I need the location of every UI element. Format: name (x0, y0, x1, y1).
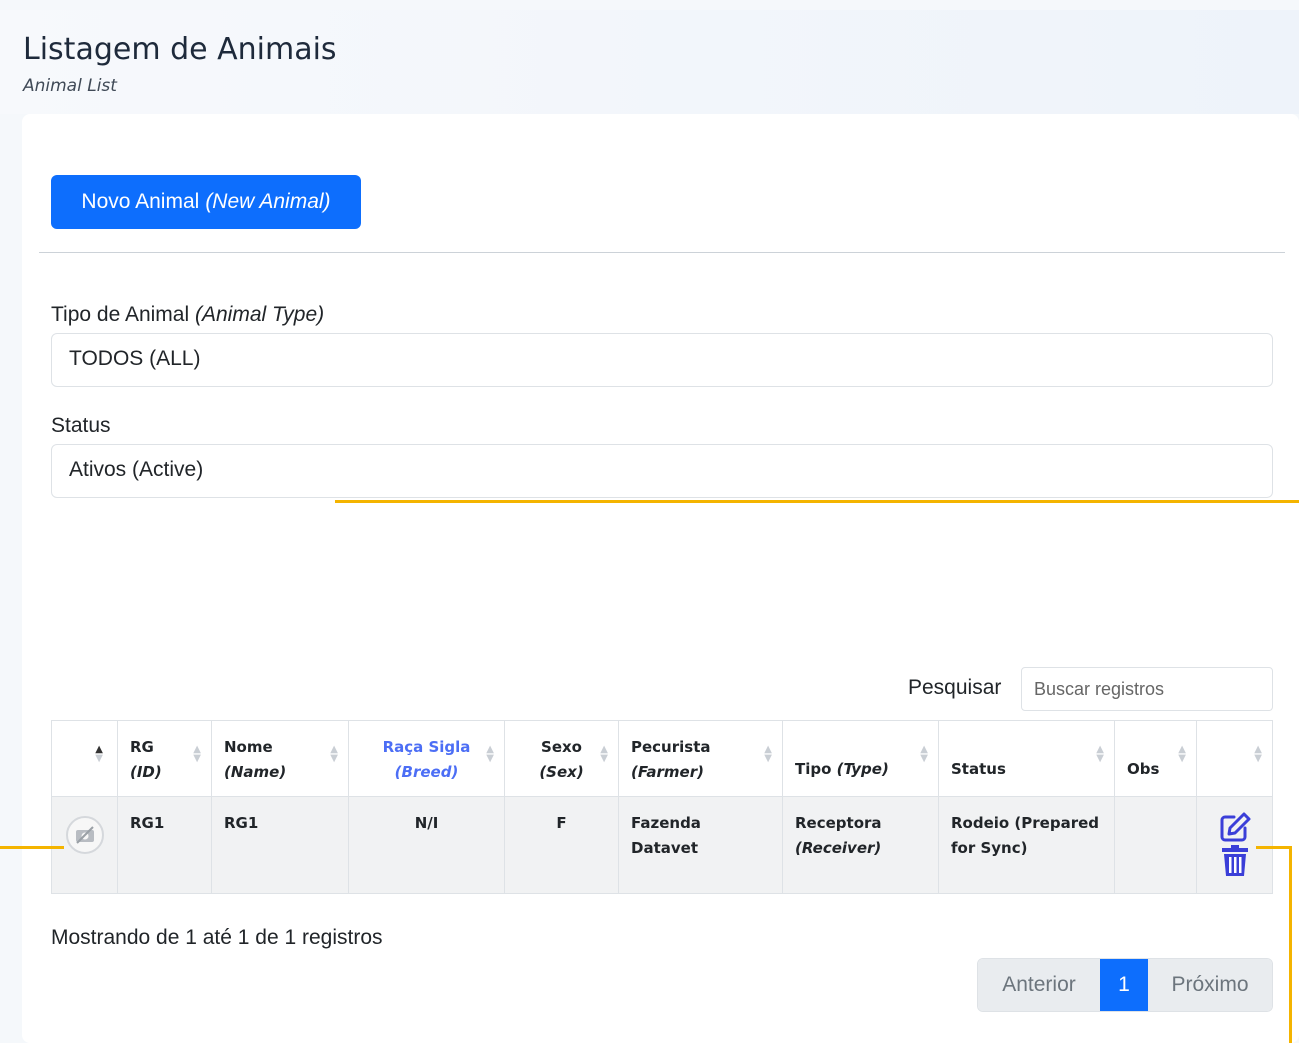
sort-icon: ▲ ▼ (1096, 744, 1104, 764)
new-animal-label: Novo Animal (81, 190, 200, 213)
col-farmer-label: Pecurista (631, 738, 711, 756)
cell-type-pt: Receptora (795, 814, 882, 832)
col-breed-label-en: (Breed) (394, 763, 459, 781)
sort-icon: ▲ ▼ (1178, 744, 1186, 764)
search-label: Pesquisar (908, 676, 1002, 699)
sort-icon: ▲ ▼ (920, 744, 928, 764)
col-rg-header[interactable]: RG (ID) ▲ ▼ (117, 720, 212, 797)
sort-icon: ▲ ▼ (600, 744, 608, 764)
col-type-label: Tipo (795, 760, 832, 778)
trash-icon[interactable] (1220, 845, 1250, 877)
col-obs-header[interactable]: Obs ▲ ▼ (1114, 720, 1197, 797)
table-row[interactable]: RG1 RG1 N/I F Fazenda Datavet Receptora … (51, 796, 1273, 894)
no-photo-icon (65, 816, 104, 854)
col-sex-label-en: (Sex) (539, 763, 584, 781)
callout-line (335, 500, 1299, 503)
sort-icon: ▲ ▼ (486, 744, 494, 764)
col-obs-label: Obs (1127, 760, 1160, 778)
animal-type-select[interactable]: TODOS (ALL) (51, 333, 1273, 387)
cell-farmer: Fazenda Datavet (618, 796, 783, 894)
col-farmer-header[interactable]: Pecurista (Farmer) ▲ ▼ (618, 720, 783, 797)
col-sex-header[interactable]: Sexo (Sex) ▲ ▼ (504, 720, 619, 797)
cell-actions (1196, 796, 1273, 894)
cell-status: Rodeio (Prepared for Sync) (938, 796, 1115, 894)
col-rg-label-en: (ID) (130, 763, 162, 781)
col-type-label-en: (Type) (836, 760, 889, 778)
status-select[interactable]: Ativos (Active) (51, 444, 1273, 498)
col-actions-header[interactable]: ▲ ▼ (1196, 720, 1273, 797)
pagination: Anterior 1 Próximo (977, 958, 1273, 1012)
animal-type-label: Tipo de Animal (Animal Type) (51, 303, 324, 327)
sort-icon: ▲ ▼ (193, 744, 201, 764)
content-card: Novo Animal (New Animal) Tipo de Animal … (22, 114, 1299, 1043)
col-farmer-label-en: (Farmer) (631, 763, 704, 781)
page-header: Listagem de Animais Animal List (0, 10, 1299, 114)
col-name-header[interactable]: Nome (Name) ▲ ▼ (211, 720, 349, 797)
pagination-prev-button[interactable]: Anterior (978, 959, 1100, 1011)
col-status-label: Status (951, 760, 1006, 778)
col-status-header[interactable]: Status ▲ ▼ (938, 720, 1115, 797)
callout-line (1289, 846, 1292, 1043)
edit-icon[interactable] (1218, 811, 1252, 845)
page: Listagem de Animais Animal List Novo Ani… (0, 0, 1299, 1043)
col-rg-label: RG (130, 738, 154, 756)
col-sex-label: Sexo (541, 738, 582, 756)
cell-name: RG1 (211, 796, 349, 894)
row-actions (1209, 811, 1260, 877)
table-header-row: ▲ ▼ RG (ID) ▲ ▼ Nome (Name) ▲ ▼ Raça Sigla (51, 720, 1273, 797)
animals-table: ▲ ▼ RG (ID) ▲ ▼ Nome (Name) ▲ ▼ Raça Sigla (51, 720, 1273, 894)
col-breed-header[interactable]: Raça Sigla (Breed) ▲ ▼ (348, 720, 505, 797)
search-input[interactable] (1021, 667, 1273, 711)
sort-icon: ▲ ▼ (1254, 744, 1262, 764)
animal-type-label-pt: Tipo de Animal (51, 303, 190, 326)
sort-icon: ▲ ▼ (764, 744, 772, 764)
col-name-label: Nome (224, 738, 273, 756)
cell-rg: RG1 (117, 796, 212, 894)
col-type-header[interactable]: Tipo (Type) ▲ ▼ (782, 720, 939, 797)
sort-asc-icon: ▲ ▼ (95, 744, 103, 764)
col-name-label-en: (Name) (224, 763, 287, 781)
divider (39, 252, 1285, 253)
new-animal-button[interactable]: Novo Animal (New Animal) (51, 175, 361, 229)
col-breed-label: Raça Sigla (382, 738, 471, 756)
pagination-page-1[interactable]: 1 (1100, 959, 1148, 1011)
animal-type-label-en: (Animal Type) (194, 303, 325, 326)
cell-type: Receptora (Receiver) (782, 796, 939, 894)
col-photo-header[interactable]: ▲ ▼ (51, 720, 118, 797)
cell-sex: F (504, 796, 619, 894)
sort-icon: ▲ ▼ (330, 744, 338, 764)
cell-type-en: (Receiver) (795, 839, 882, 857)
callout-line (1256, 846, 1292, 849)
page-subtitle: Animal List (23, 76, 117, 96)
records-info: Mostrando de 1 até 1 de 1 registros (51, 926, 383, 949)
page-title: Listagem de Animais (23, 32, 337, 67)
cell-photo (51, 796, 118, 894)
status-label: Status (51, 414, 111, 437)
callout-line (0, 846, 64, 849)
pagination-next-button[interactable]: Próximo (1148, 959, 1272, 1011)
cell-breed: N/I (348, 796, 505, 894)
new-animal-label-en: (New Animal) (205, 190, 331, 213)
cell-obs (1114, 796, 1197, 894)
